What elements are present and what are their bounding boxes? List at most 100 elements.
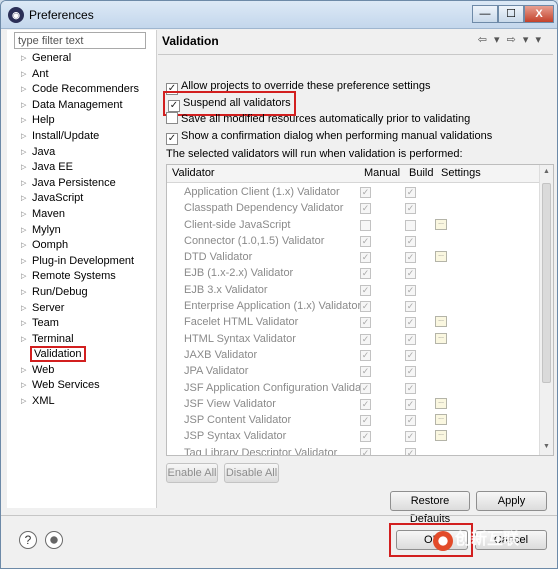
table-row[interactable]: Facelet HTML Validator... [167,314,541,330]
apply-button[interactable]: Apply [476,491,547,511]
build-checkbox[interactable] [405,415,416,427]
manual-checkbox[interactable] [360,284,371,296]
table-row[interactable]: JSF Application Configuration Valida... [167,380,541,396]
filter-input[interactable] [14,32,146,49]
expand-arrow-icon[interactable]: ▷ [21,160,26,176]
table-row[interactable]: Classpath Dependency Validator [167,200,541,216]
tree-item-ant[interactable]: ▷ Ant [7,67,157,83]
build-checkbox[interactable] [405,398,416,410]
tree-item-server[interactable]: ▷ Server [7,301,157,317]
expand-arrow-icon[interactable]: ▷ [21,129,26,145]
expand-arrow-icon[interactable]: ▷ [21,223,26,239]
table-row[interactable]: Enterprise Application (1.x) Validator [167,298,541,314]
manual-checkbox[interactable] [360,252,371,264]
expand-arrow-icon[interactable]: ▷ [21,191,26,207]
restore-defaults-button[interactable]: Restore Defaults [390,491,470,525]
scroll-thumb[interactable] [542,183,551,383]
expand-arrow-icon[interactable]: ▷ [21,145,26,161]
save-all-checkbox[interactable] [166,112,178,124]
save-all-option[interactable]: Save all modified resources automaticall… [166,111,470,127]
expand-arrow-icon[interactable]: ▷ [21,332,26,348]
expand-arrow-icon[interactable]: ▷ [21,113,26,129]
scroll-down-icon[interactable]: ▼ [543,443,550,450]
tree-item-web-services[interactable]: ▷ Web Services [7,378,157,394]
header-validator[interactable]: Validator [172,167,215,179]
expand-arrow-icon[interactable]: ▷ [21,269,26,285]
manual-checkbox[interactable] [360,187,371,198]
table-row[interactable]: JAXB Validator [167,347,541,363]
tree-item-java-persistence[interactable]: ▷ Java Persistence [7,176,157,192]
table-row[interactable]: Application Client (1.x) Validator [167,184,541,200]
expand-arrow-icon[interactable]: ▷ [21,238,26,254]
build-checkbox[interactable] [405,219,416,231]
expand-arrow-icon[interactable]: ▷ [21,316,26,332]
build-checkbox[interactable] [405,187,416,198]
scroll-up-icon[interactable]: ▲ [543,168,550,175]
table-row[interactable]: Tag Library Descriptor Validator [167,445,541,455]
table-scrollbar[interactable]: ▲ ▼ [539,165,553,455]
table-row[interactable]: JSP Content Validator... [167,412,541,428]
history-nav-icons[interactable]: ⇦ ▾ ⇨ ▾ ▾ [478,33,543,46]
manual-checkbox[interactable] [360,366,371,378]
expand-arrow-icon[interactable]: ▷ [21,378,26,394]
manual-checkbox[interactable] [360,301,371,313]
build-checkbox[interactable] [405,284,416,296]
expand-arrow-icon[interactable]: ▷ [21,254,26,270]
settings-ellipsis-icon[interactable]: ... [435,430,447,442]
maximize-button[interactable]: ☐ [498,5,524,23]
header-manual[interactable]: Manual [364,167,400,179]
settings-ellipsis-icon[interactable]: ... [435,316,447,328]
settings-ellipsis-icon[interactable]: ... [435,251,447,263]
manual-checkbox[interactable] [360,268,371,280]
expand-arrow-icon[interactable]: ▷ [21,82,26,98]
table-row[interactable]: JSF View Validator... [167,396,541,412]
disable-all-button[interactable]: Disable All [224,463,279,483]
tree-item-xml[interactable]: ▷ XML [7,394,157,410]
tree-item-run-debug[interactable]: ▷ Run/Debug [7,285,157,301]
tree-item-validation[interactable]: ▷Validation [7,346,157,363]
manual-checkbox[interactable] [360,203,371,215]
expand-arrow-icon[interactable]: ▷ [21,301,26,317]
expand-arrow-icon[interactable]: ▷ [21,207,26,223]
help-icon[interactable]: ? [19,531,37,549]
build-checkbox[interactable] [405,235,416,247]
tree-item-javascript[interactable]: ▷ JavaScript [7,191,157,207]
allow-override-option[interactable]: Allow projects to override these prefere… [166,78,430,95]
expand-arrow-icon[interactable]: ▷ [21,285,26,301]
build-checkbox[interactable] [405,252,416,264]
table-row[interactable]: DTD Validator... [167,249,541,265]
manual-checkbox[interactable] [360,349,371,361]
manual-checkbox[interactable] [360,398,371,410]
expand-arrow-icon[interactable]: ▷ [21,363,26,379]
table-row[interactable]: Connector (1.0,1.5) Validator [167,233,541,249]
build-checkbox[interactable] [405,268,416,280]
build-checkbox[interactable] [405,366,416,378]
manual-checkbox[interactable] [360,382,371,394]
table-row[interactable]: EJB (1.x-2.x) Validator [167,265,541,281]
close-button[interactable]: X [524,5,554,23]
import-export-icon[interactable] [45,531,63,549]
header-settings[interactable]: Settings [441,167,481,179]
tree-item-java-ee[interactable]: ▷ Java EE [7,160,157,176]
table-row[interactable]: JPA Validator [167,363,541,379]
show-confirm-checkbox[interactable] [166,133,178,145]
enable-all-button[interactable]: Enable All [166,463,218,483]
tree-item-oomph[interactable]: ▷ Oomph [7,238,157,254]
tree-item-install-update[interactable]: ▷ Install/Update [7,129,157,145]
table-row[interactable]: JSP Syntax Validator... [167,428,541,444]
build-checkbox[interactable] [405,301,416,313]
suspend-all-option[interactable]: Suspend all validators [163,91,296,116]
tree-item-maven[interactable]: ▷ Maven [7,207,157,223]
tree-item-java[interactable]: ▷ Java [7,145,157,161]
tree-item-mylyn[interactable]: ▷ Mylyn [7,223,157,239]
manual-checkbox[interactable] [360,447,371,455]
build-checkbox[interactable] [405,431,416,443]
build-checkbox[interactable] [405,317,416,329]
show-confirm-option[interactable]: Show a confirmation dialog when performi… [166,128,492,145]
settings-ellipsis-icon[interactable]: ... [435,332,447,344]
tree-item-plug-in-development[interactable]: ▷ Plug-in Development [7,254,157,270]
table-row[interactable]: Client-side JavaScript... [167,217,541,233]
tree-item-web[interactable]: ▷ Web [7,363,157,379]
header-build[interactable]: Build [409,167,433,179]
expand-arrow-icon[interactable]: ▷ [21,67,26,83]
